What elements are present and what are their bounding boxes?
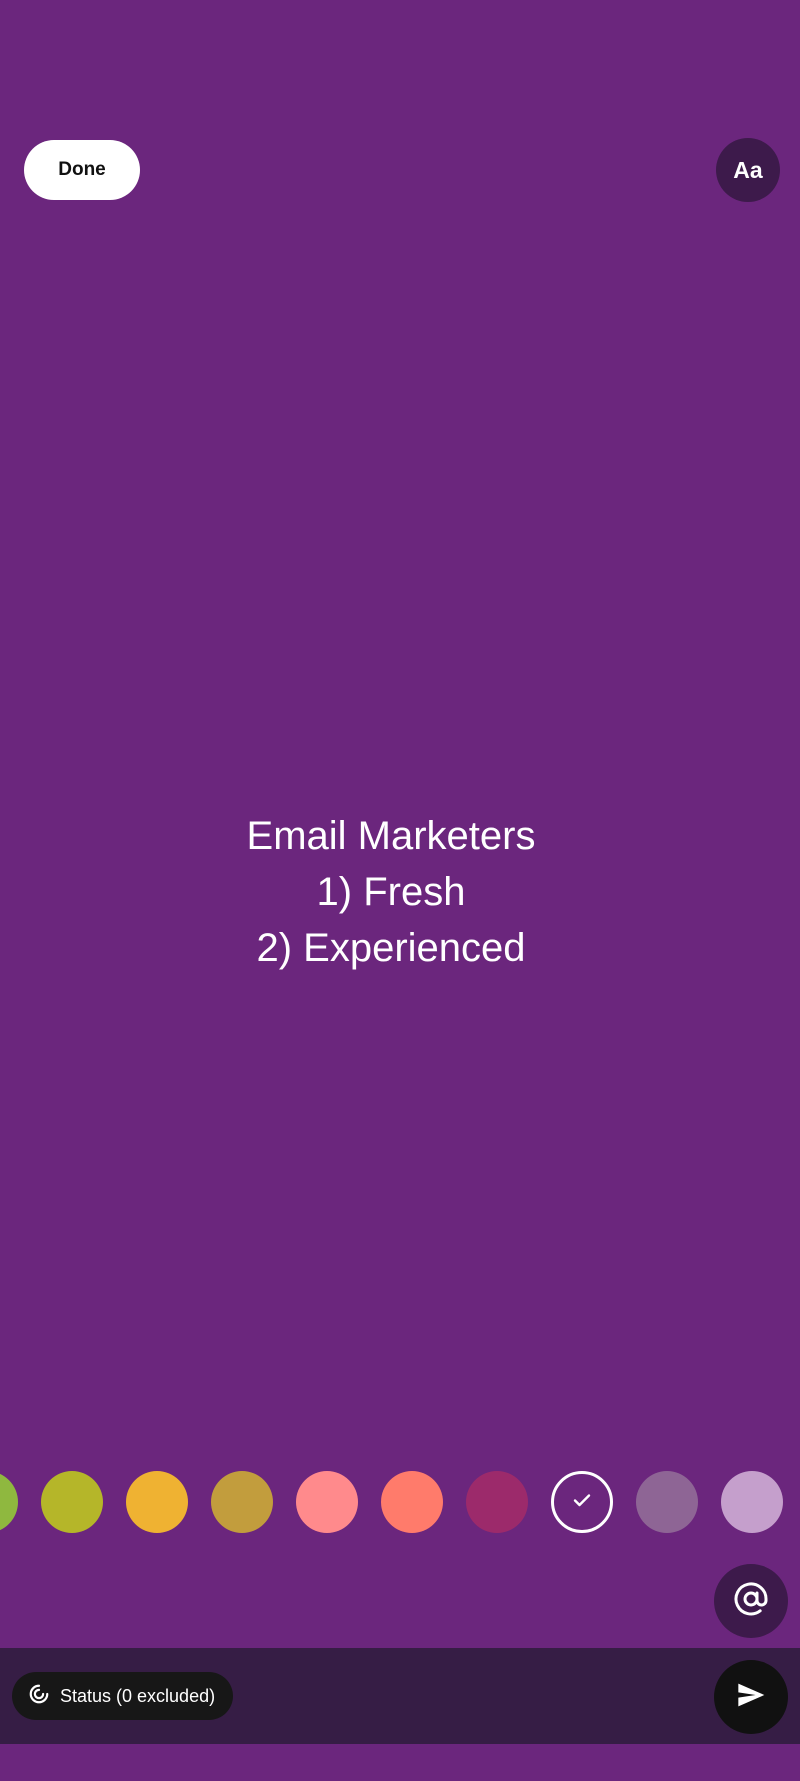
send-icon [735,1679,767,1716]
color-swatch[interactable] [211,1471,273,1533]
color-swatch[interactable] [381,1471,443,1533]
color-swatch[interactable] [126,1471,188,1533]
color-swatch-selected[interactable] [551,1471,613,1533]
color-palette [0,1471,800,1533]
status-chip-label: Status (0 excluded) [60,1685,216,1706]
done-button[interactable]: Done [24,140,140,200]
font-style-button[interactable]: Aa [716,138,780,202]
story-text-line: 1) Fresh [316,870,466,914]
status-audience-chip[interactable]: Status (0 excluded) [12,1672,234,1720]
mention-button[interactable] [714,1564,788,1638]
story-text-line: Email Marketers [246,814,536,858]
at-sign-icon [733,1581,769,1622]
check-icon [570,1488,594,1517]
color-swatch[interactable] [721,1471,783,1533]
color-swatch[interactable] [466,1471,528,1533]
story-text-line: 2) Experienced [256,926,526,970]
color-swatch[interactable] [0,1471,18,1533]
status-icon [28,1683,50,1710]
color-swatch[interactable] [296,1471,358,1533]
bottom-bar: Status (0 excluded) [0,1648,800,1744]
story-text[interactable]: Email Marketers 1) Fresh 2) Experienced [0,808,782,976]
color-swatch[interactable] [636,1471,698,1533]
send-button[interactable] [714,1660,788,1734]
color-swatch[interactable] [41,1471,103,1533]
